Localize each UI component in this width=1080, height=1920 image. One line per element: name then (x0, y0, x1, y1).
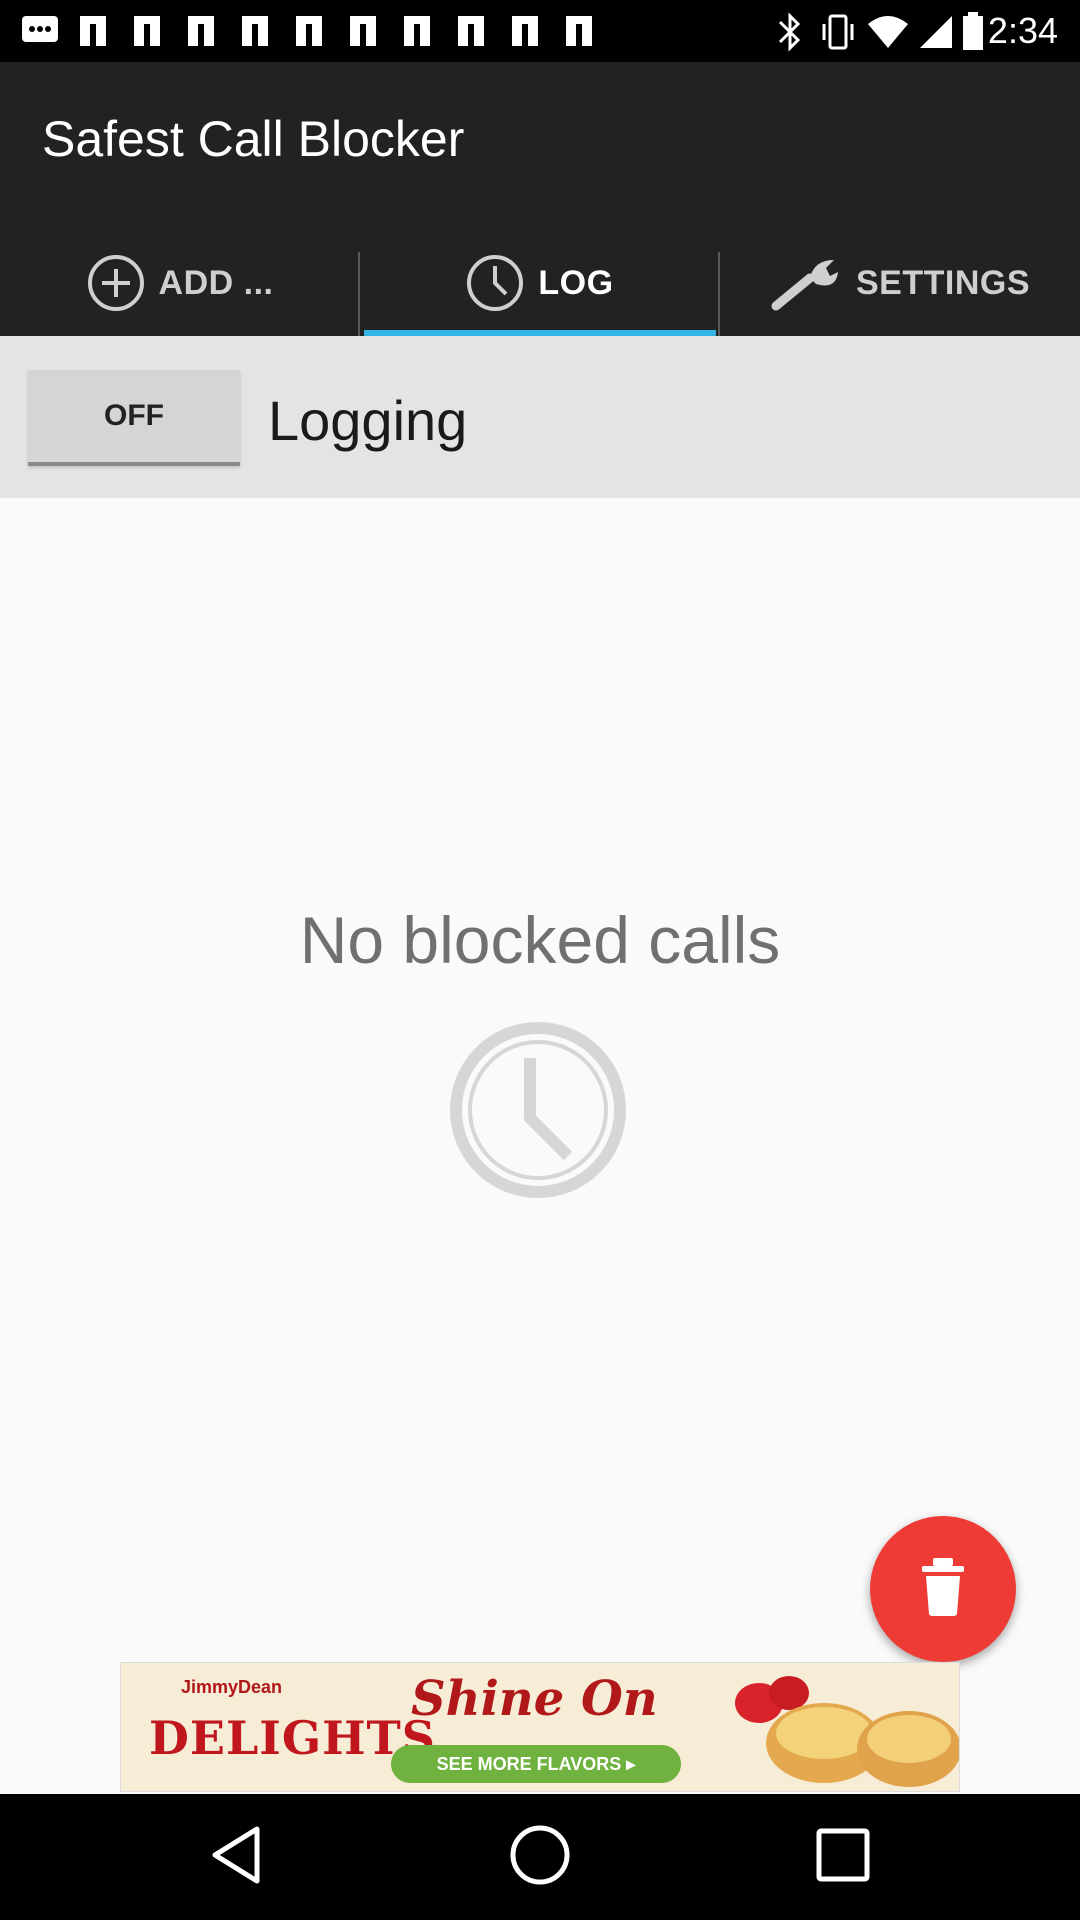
notification-icon (404, 16, 430, 46)
message-icon (22, 16, 58, 42)
notification-icon (242, 16, 268, 46)
ad-food-image (735, 1676, 959, 1787)
tab-add-label: ADD ... (158, 263, 274, 302)
add-circle-icon (87, 254, 145, 312)
vibrate-icon (822, 14, 854, 50)
notification-icon (296, 16, 322, 46)
tab-bar: ADD ... LOG SETTINGS (0, 230, 1080, 336)
recents-button[interactable] (808, 1822, 878, 1892)
delete-log-button[interactable] (870, 1516, 1016, 1662)
clock-icon (466, 254, 524, 312)
back-icon (207, 1823, 267, 1892)
status-bar: 2:34 (0, 0, 1080, 62)
tab-log-label: LOG (538, 263, 614, 302)
tab-log[interactable]: LOG (360, 230, 720, 336)
ad-cta-button[interactable]: SEE MORE FLAVORS ▸ (391, 1745, 681, 1783)
empty-state-message: No blocked calls (299, 903, 781, 977)
app-bar: Safest Call Blocker ADD ... LOG SETTINGS (0, 62, 1080, 336)
recents-icon (815, 1827, 871, 1888)
notification-icon (512, 16, 538, 46)
notification-icon (566, 16, 592, 46)
system-nav-bar (0, 1794, 1080, 1920)
home-icon (508, 1823, 572, 1892)
wrench-icon (770, 254, 842, 312)
trash-icon (918, 1556, 968, 1623)
notification-icon (458, 16, 484, 46)
logging-bar: OFF Logging (0, 336, 1080, 498)
wifi-icon (868, 16, 908, 48)
home-button[interactable] (505, 1822, 575, 1892)
signal-icon (920, 16, 952, 48)
status-time: 2:34 (987, 10, 1058, 51)
notification-icon (188, 16, 214, 46)
ad-brand-top: JimmyDean (181, 1677, 283, 1697)
back-button[interactable] (202, 1822, 272, 1892)
ad-headline: Shine On (411, 1671, 658, 1727)
tab-add[interactable]: ADD ... (0, 230, 360, 336)
logging-toggle[interactable]: OFF (28, 370, 240, 466)
tab-settings[interactable]: SETTINGS (720, 230, 1080, 336)
notification-icon (80, 16, 106, 46)
battery-icon (963, 12, 983, 50)
notification-icon (134, 16, 160, 46)
logging-label: Logging (268, 389, 468, 452)
ad-banner[interactable]: JimmyDean DELIGHTS Shine On SEE MORE FLA… (120, 1662, 960, 1792)
tab-settings-label: SETTINGS (855, 263, 1031, 302)
bluetooth-icon (778, 12, 801, 52)
app-title: Safest Call Blocker (42, 111, 465, 167)
clock-icon (446, 1018, 630, 1207)
notification-icon (350, 16, 376, 46)
